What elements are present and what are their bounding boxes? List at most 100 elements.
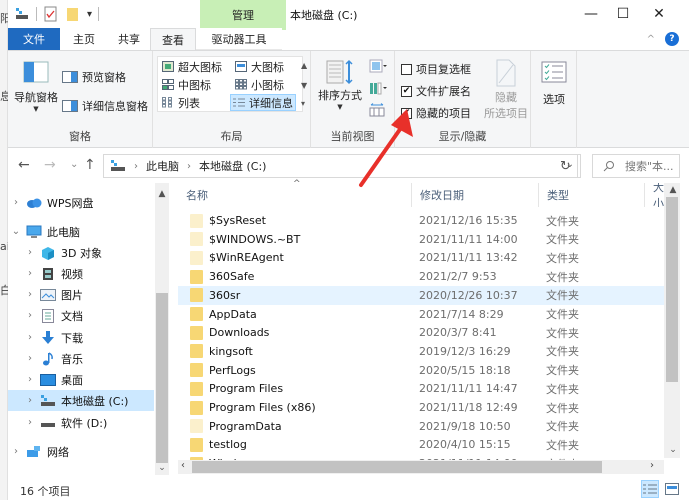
nav-pane-scrollbar[interactable]: ▲ ⌄: [155, 183, 169, 475]
layout-scroll-down-icon[interactable]: ▼: [301, 81, 307, 90]
customize-dropdown-icon[interactable]: ▾: [87, 9, 92, 20]
tree-item-pictures[interactable]: › 图片: [8, 284, 154, 305]
add-columns-button[interactable]: [369, 81, 387, 95]
layout-list[interactable]: 列表: [160, 94, 202, 111]
expand-icon[interactable]: ›: [10, 446, 22, 457]
tree-item-local-disk-c[interactable]: › 本地磁盘 (C:): [8, 390, 154, 411]
forward-button[interactable]: →: [44, 157, 56, 173]
file-row[interactable]: PerfLogs 2020/5/15 18:18 文件夹: [178, 361, 664, 380]
layout-medium-icons[interactable]: 中图标: [160, 76, 213, 93]
layout-small-icons[interactable]: 小图标: [233, 76, 286, 93]
address-bar[interactable]: › 此电脑 › 本地磁盘 (C:) ⌄: [103, 154, 581, 178]
tree-item-wps-cloud[interactable]: › WPS网盘: [8, 192, 154, 213]
scroll-right-icon[interactable]: ›: [650, 460, 654, 471]
navigation-pane-button[interactable]: 导航窗格 ▼: [12, 61, 60, 113]
properties-icon[interactable]: [43, 6, 59, 22]
file-row[interactable]: testlog 2020/4/10 15:15 文件夹: [178, 435, 664, 454]
tree-item-music[interactable]: › 音乐: [8, 348, 154, 369]
column-header-size[interactable]: 大小: [645, 183, 664, 207]
tab-home[interactable]: 主页: [60, 28, 108, 50]
expand-icon[interactable]: ›: [24, 289, 36, 300]
column-header-date[interactable]: 修改日期: [412, 183, 539, 207]
tree-item-documents[interactable]: › 文档: [8, 305, 154, 326]
help-icon[interactable]: ?: [665, 32, 679, 46]
file-row[interactable]: Program Files (x86) 2021/11/18 12:49 文件夹: [178, 398, 664, 417]
file-row[interactable]: $SysReset 2021/12/16 15:35 文件夹: [178, 211, 664, 230]
new-folder-icon[interactable]: [65, 6, 81, 22]
collapse-ribbon-icon[interactable]: ^: [647, 34, 655, 45]
up-button[interactable]: ↑: [84, 157, 96, 173]
layout-large-icons[interactable]: 大图标: [233, 58, 286, 75]
layout-extra-large-icons[interactable]: 超大图标: [160, 58, 224, 75]
file-row[interactable]: $WINDOWS.~BT 2021/11/11 14:00 文件夹: [178, 230, 664, 249]
file-row[interactable]: Downloads 2020/3/7 8:41 文件夹: [178, 323, 664, 342]
breadcrumb-local-disk[interactable]: 本地磁盘 (C:): [199, 158, 266, 174]
item-checkboxes-toggle[interactable]: 项目复选框: [401, 61, 471, 77]
scroll-left-icon[interactable]: ‹: [181, 460, 185, 471]
tree-item-downloads[interactable]: › 下载: [8, 327, 154, 348]
options-button[interactable]: 选项: [537, 61, 571, 107]
maximize-button[interactable]: ☐: [605, 0, 641, 28]
back-button[interactable]: ←: [18, 157, 30, 173]
expand-icon[interactable]: ›: [24, 247, 36, 258]
hide-selected-items-button[interactable]: 隐藏 所选项目: [483, 59, 529, 121]
expand-icon[interactable]: ›: [24, 374, 36, 385]
column-header-type[interactable]: 类型: [539, 183, 645, 207]
file-row[interactable]: 360Safe 2021/2/7 9:53 文件夹: [178, 267, 664, 286]
tree-item-software-d[interactable]: › 软件 (D:): [8, 412, 154, 433]
column-header-name[interactable]: 名称: [178, 183, 412, 207]
group-by-button[interactable]: [369, 59, 387, 73]
tree-item-network[interactable]: › 网络: [8, 441, 154, 462]
hidden-items-checkbox[interactable]: ✔: [401, 107, 412, 119]
size-columns-button[interactable]: [369, 103, 385, 117]
search-box[interactable]: 搜索"本...: [592, 154, 680, 178]
collapse-icon[interactable]: ⌄: [10, 226, 22, 237]
file-row[interactable]: AppData 2021/7/14 8:29 文件夹: [178, 305, 664, 324]
file-list-horizontal-scrollbar[interactable]: ‹ ›: [178, 460, 664, 474]
layout-scroll-up-icon[interactable]: ▲: [301, 61, 307, 70]
close-button[interactable]: ✕: [641, 0, 677, 28]
file-extensions-checkbox[interactable]: ✔: [401, 85, 412, 97]
scroll-down-icon[interactable]: ⌄: [155, 463, 169, 473]
scrollbar-thumb[interactable]: [156, 293, 168, 463]
details-pane-button[interactable]: 详细信息窗格: [62, 98, 148, 114]
scrollbar-thumb[interactable]: [666, 197, 678, 382]
file-row[interactable]: Program Files 2021/11/11 14:47 文件夹: [178, 379, 664, 398]
expand-icon[interactable]: ›: [24, 310, 36, 321]
expand-icon[interactable]: ›: [10, 197, 22, 208]
tree-item-3d-objects[interactable]: › 3D 对象: [8, 242, 154, 263]
details-view-button[interactable]: [641, 480, 659, 498]
file-row[interactable]: kingsoft 2019/12/3 16:29 文件夹: [178, 342, 664, 361]
file-extensions-toggle[interactable]: ✔ 文件扩展名: [401, 83, 471, 99]
tree-item-this-pc[interactable]: ⌄ 此电脑: [8, 221, 154, 242]
file-row[interactable]: 360sr 2020/12/26 10:37 文件夹: [178, 285, 664, 305]
tree-item-desktop[interactable]: › 桌面: [8, 369, 154, 390]
file-row[interactable]: ProgramData 2021/9/18 10:50 文件夹: [178, 417, 664, 436]
expand-icon[interactable]: ›: [24, 395, 36, 406]
breadcrumb-this-pc[interactable]: 此电脑: [146, 158, 179, 174]
large-icons-view-button[interactable]: [663, 480, 681, 498]
drive-icon[interactable]: [14, 6, 30, 22]
file-list-vertical-scrollbar[interactable]: ▲ ⌄: [664, 183, 680, 458]
tab-drive-tools[interactable]: 驱动器工具: [196, 28, 282, 50]
tab-file[interactable]: 文件: [8, 28, 60, 50]
tree-item-videos[interactable]: › 视频: [8, 263, 154, 284]
item-checkboxes-checkbox[interactable]: [401, 63, 412, 75]
expand-icon[interactable]: ›: [24, 268, 36, 279]
expand-icon[interactable]: ›: [24, 353, 36, 364]
file-row[interactable]: $WinREAgent 2021/11/11 13:42 文件夹: [178, 248, 664, 267]
layout-expand-icon[interactable]: ▾: [301, 99, 305, 108]
tab-share[interactable]: 共享: [108, 28, 150, 50]
expand-icon[interactable]: ›: [24, 417, 36, 428]
breadcrumb-separator-icon[interactable]: ›: [134, 161, 138, 172]
scroll-up-icon[interactable]: ▲: [666, 185, 680, 195]
expand-icon[interactable]: ›: [24, 332, 36, 343]
layout-details[interactable]: 详细信息: [230, 94, 296, 111]
preview-pane-button[interactable]: 预览窗格: [62, 69, 126, 85]
tab-view[interactable]: 查看: [150, 28, 196, 50]
minimize-button[interactable]: —: [573, 0, 609, 28]
recent-locations-button[interactable]: ⌄: [70, 159, 78, 170]
scroll-down-icon[interactable]: ⌄: [666, 445, 680, 455]
breadcrumb-separator-icon[interactable]: ›: [187, 161, 191, 172]
hidden-items-toggle[interactable]: ✔ 隐藏的项目: [401, 105, 471, 121]
